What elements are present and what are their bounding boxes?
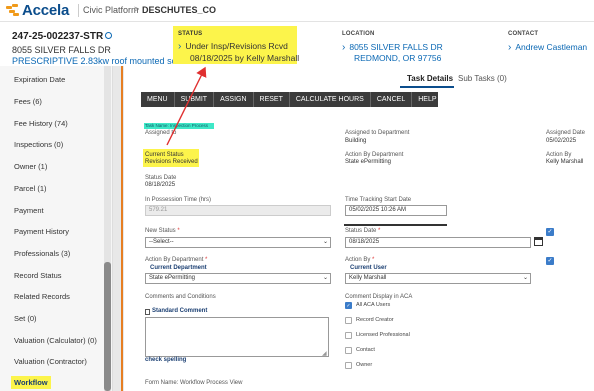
annotation-arrow — [166, 66, 207, 146]
